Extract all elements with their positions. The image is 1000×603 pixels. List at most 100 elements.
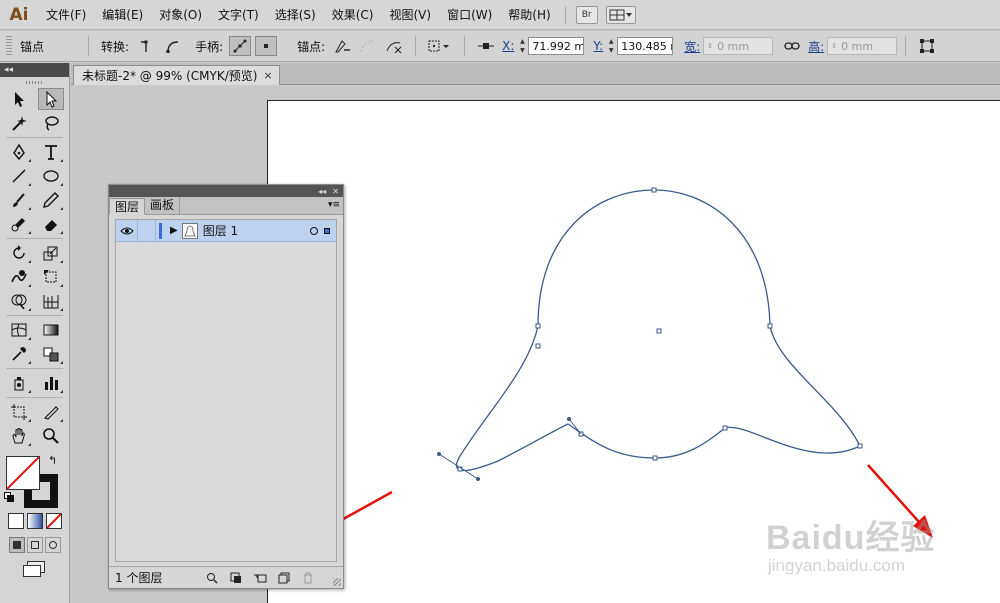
menu-select[interactable]: 选择(S) <box>267 0 324 30</box>
mesh-tool-icon[interactable] <box>6 319 32 341</box>
slice-tool-icon[interactable] <box>38 401 64 423</box>
anchor-point[interactable] <box>652 455 658 461</box>
layers-panel-titlebar[interactable]: ◂◂ ✕ <box>109 185 343 197</box>
hide-handles-icon[interactable] <box>255 36 278 56</box>
anchor-point[interactable] <box>857 443 863 449</box>
lasso-tool-icon[interactable] <box>38 112 64 134</box>
menu-type[interactable]: 文字(T) <box>210 0 267 30</box>
free-transform-tool-icon[interactable] <box>38 266 64 288</box>
column-graph-tool-icon[interactable] <box>38 372 64 394</box>
collapse-panel-icon[interactable]: ◂◂ <box>318 187 326 196</box>
perspective-grid-tool-icon[interactable] <box>38 290 64 312</box>
cut-path-icon[interactable] <box>383 36 405 56</box>
remove-anchor-icon[interactable] <box>331 36 353 56</box>
document-tab[interactable]: 未标题-2* @ 99% (CMYK/预览) × <box>73 65 280 85</box>
convert-to-smooth-icon[interactable] <box>161 36 183 56</box>
none-mode-icon[interactable] <box>45 513 62 529</box>
magic-wand-tool-icon[interactable] <box>6 112 32 134</box>
arrange-documents-button[interactable] <box>605 5 636 24</box>
width-value: 0 mm <box>717 39 750 53</box>
show-handles-icon[interactable] <box>229 36 252 56</box>
color-mode-icon[interactable] <box>7 513 24 529</box>
menu-file[interactable]: 文件(F) <box>38 0 94 30</box>
fill-swatch[interactable] <box>6 456 40 490</box>
select-similar-icon[interactable] <box>426 36 454 56</box>
anchor-point[interactable] <box>651 187 657 193</box>
new-layer-icon[interactable] <box>277 572 291 584</box>
menu-object[interactable]: 对象(O) <box>151 0 210 30</box>
handle-point[interactable] <box>567 417 571 421</box>
tools-panel-header[interactable]: ◂◂ <box>0 63 69 77</box>
new-sublayer-icon[interactable] <box>253 572 267 584</box>
direct-selection-tool-icon[interactable] <box>37 88 64 110</box>
anchor-point[interactable] <box>722 425 728 431</box>
line-segment-tool-icon[interactable] <box>6 165 32 187</box>
lock-toggle[interactable] <box>138 219 156 242</box>
menu-edit[interactable]: 编辑(E) <box>94 0 151 30</box>
x-stepper[interactable]: ▲ ▼ <box>517 37 527 55</box>
pen-tool-icon[interactable] <box>6 141 32 163</box>
menu-effect[interactable]: 效果(C) <box>324 0 382 30</box>
draw-normal-icon[interactable] <box>8 537 25 553</box>
tab-artboards[interactable]: 画板 <box>145 197 181 214</box>
anchor-point[interactable] <box>535 343 541 349</box>
expand-layer-icon[interactable]: ▶ <box>170 225 178 236</box>
screen-mode-icon[interactable] <box>22 561 47 577</box>
ellipse-tool-icon[interactable] <box>38 165 64 187</box>
y-field[interactable]: 130.485 m <box>617 37 674 55</box>
layers-list: ▶ 图层 1 <box>115 219 337 562</box>
visibility-toggle[interactable] <box>116 219 138 242</box>
convert-to-corner-icon[interactable] <box>135 36 157 56</box>
gradient-mode-icon[interactable] <box>26 513 43 529</box>
eyedropper-tool-icon[interactable] <box>6 343 32 365</box>
transform-icon[interactable] <box>916 36 938 56</box>
default-fill-stroke-icon[interactable] <box>4 492 14 502</box>
make-clipping-mask-icon[interactable] <box>229 572 243 584</box>
y-stepper[interactable]: ▲ ▼ <box>606 37 616 55</box>
selection-tool-icon[interactable] <box>6 88 32 110</box>
close-panel-icon[interactable]: ✕ <box>332 187 339 196</box>
draw-behind-icon[interactable] <box>26 537 43 553</box>
menu-window[interactable]: 窗口(W) <box>439 0 500 30</box>
hand-tool-icon[interactable] <box>6 425 32 447</box>
layer-name[interactable]: 图层 1 <box>203 222 310 239</box>
draw-inside-icon[interactable] <box>44 537 61 553</box>
gradient-tool-icon[interactable] <box>38 319 64 341</box>
type-tool-icon[interactable] <box>38 141 64 163</box>
height-value: 0 mm <box>841 39 874 53</box>
scale-tool-icon[interactable] <box>38 242 64 264</box>
rotate-tool-icon[interactable] <box>6 242 32 264</box>
handle-point[interactable] <box>437 452 441 456</box>
menu-view[interactable]: 视图(V) <box>381 0 439 30</box>
panel-menu-icon[interactable]: ▾≡ <box>328 200 340 210</box>
warp-tool-icon[interactable] <box>6 266 32 288</box>
tools-panel-grip[interactable] <box>0 77 69 87</box>
shape-builder-tool-icon[interactable] <box>6 290 32 312</box>
layer-row[interactable]: ▶ 图层 1 <box>116 219 336 242</box>
tab-layers[interactable]: 图层 <box>109 198 146 215</box>
blob-brush-tool-icon[interactable] <box>6 213 32 235</box>
selection-indicator[interactable] <box>324 227 330 234</box>
artboard-tool-icon[interactable] <box>6 401 32 423</box>
control-bar-grip[interactable] <box>6 36 12 56</box>
close-tab-icon[interactable]: × <box>263 69 272 82</box>
panel-resize-grip[interactable] <box>333 578 341 586</box>
target-icon[interactable] <box>310 226 318 235</box>
zoom-tool-icon[interactable] <box>38 425 64 447</box>
x-field[interactable]: 71.992 mm <box>528 37 585 55</box>
fill-stroke-widget[interactable]: ↰ <box>0 452 69 508</box>
link-proportions-icon[interactable] <box>781 36 803 56</box>
paintbrush-tool-icon[interactable] <box>6 189 32 211</box>
menu-help[interactable]: 帮助(H) <box>500 0 558 30</box>
eraser-tool-icon[interactable] <box>38 213 64 235</box>
bridge-button[interactable]: Br <box>575 5 598 24</box>
anchor-point[interactable] <box>767 323 773 329</box>
handle-point[interactable] <box>476 477 480 481</box>
anchor-point[interactable] <box>535 323 541 329</box>
blend-tool-icon[interactable] <box>38 343 64 365</box>
reference-point-icon[interactable] <box>475 36 497 56</box>
locate-object-icon[interactable] <box>205 572 219 584</box>
swap-fill-stroke-icon[interactable]: ↰ <box>48 454 57 467</box>
symbol-sprayer-tool-icon[interactable] <box>6 372 32 394</box>
pencil-tool-icon[interactable] <box>38 189 64 211</box>
